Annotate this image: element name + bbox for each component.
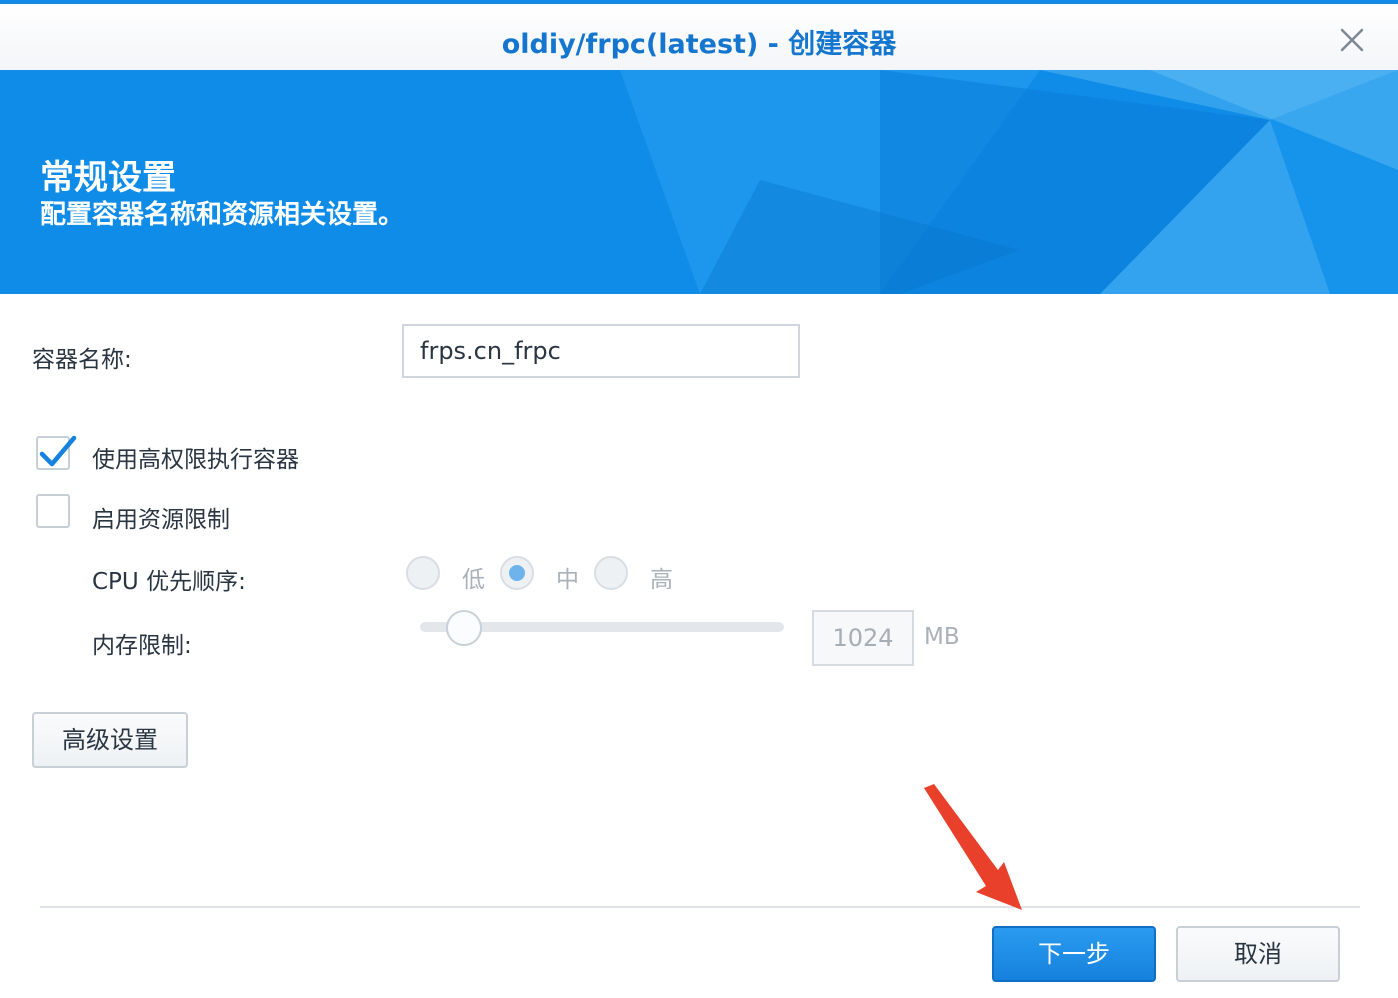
wizard-banner: 常规设置 配置容器名称和资源相关设置。 <box>0 70 1398 294</box>
cpu-priority-low-radio[interactable] <box>406 556 440 590</box>
checkmark-icon <box>39 435 77 467</box>
memory-slider-thumb[interactable] <box>446 610 482 646</box>
close-icon <box>1340 28 1364 52</box>
resource-limit-checkbox[interactable] <box>36 494 70 528</box>
radio-selected-dot <box>509 565 525 581</box>
cpu-priority-label: CPU 优先顺序: <box>92 569 246 595</box>
annotation-arrow-icon <box>924 784 1022 910</box>
memory-limit-label: 内存限制: <box>92 633 192 659</box>
banner-subtitle: 配置容器名称和资源相关设置。 <box>40 200 405 230</box>
cancel-button[interactable]: 取消 <box>1176 926 1340 982</box>
footer-divider <box>40 906 1360 908</box>
privileged-checkbox[interactable] <box>36 435 77 470</box>
container-name-input[interactable] <box>402 324 800 378</box>
window-title: oldiy/frpc(latest) - 创建容器 <box>501 29 897 60</box>
title-bar: oldiy/frpc(latest) - 创建容器 <box>0 4 1398 70</box>
advanced-settings-button[interactable]: 高级设置 <box>32 712 188 768</box>
next-button[interactable]: 下一步 <box>992 926 1156 982</box>
cpu-priority-medium-radio[interactable] <box>500 556 534 590</box>
memory-unit-label: MB <box>924 624 960 650</box>
banner-background-graphic <box>0 70 1398 294</box>
cpu-priority-medium-label: 中 <box>556 567 579 593</box>
resource-limit-label[interactable]: 启用资源限制 <box>92 500 230 534</box>
container-name-label: 容器名称: <box>32 347 132 373</box>
privileged-label[interactable]: 使用高权限执行容器 <box>92 440 299 474</box>
memory-limit-input[interactable] <box>812 610 914 666</box>
create-container-dialog: oldiy/frpc(latest) - 创建容器 常规设置 配置容器名称和资源… <box>0 0 1398 998</box>
cpu-priority-high-label: 高 <box>650 567 673 593</box>
cpu-priority-high-radio[interactable] <box>594 556 628 590</box>
close-button[interactable] <box>1334 22 1370 58</box>
cpu-priority-low-label: 低 <box>462 567 485 593</box>
banner-title: 常规设置 <box>40 158 176 198</box>
